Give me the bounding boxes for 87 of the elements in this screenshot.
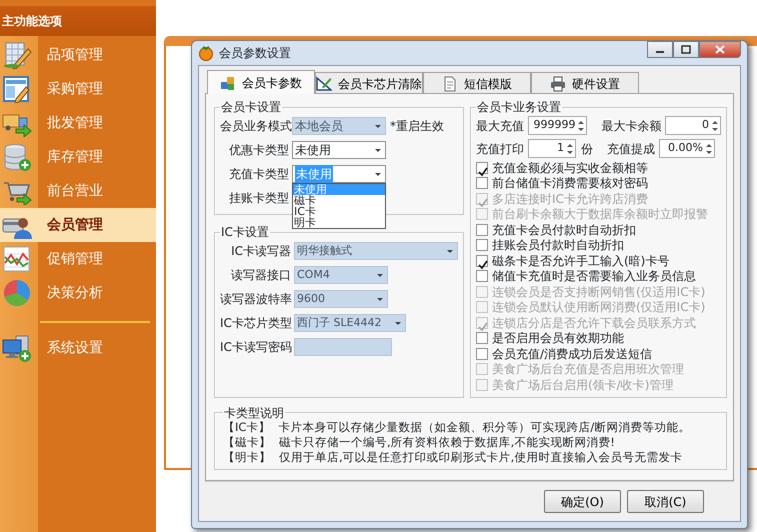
dropdown-field[interactable]: 未使用: [292, 141, 386, 159]
checkbox-label: 美食广场后台充值是否启用班次管理: [492, 361, 684, 378]
field-label: 充值提成: [607, 140, 655, 158]
group-title: 会员卡业务设置: [476, 100, 562, 114]
field-label: 读写器波特率: [220, 291, 293, 308]
field-label: IC卡读写密码: [220, 339, 293, 356]
note-text: *重启生效: [390, 118, 444, 135]
field-label: IC卡芯片类型: [220, 315, 293, 332]
spin-arrows-icon: [711, 118, 719, 132]
field-label: 最大卡余额: [601, 118, 662, 134]
field-label: 挂账卡类型: [228, 190, 290, 207]
checkbox[interactable]: [476, 162, 488, 174]
dropdown-option[interactable]: IC卡: [293, 206, 385, 217]
checkbox-label: 连锁会员是否支持断网销售(仅适用IC卡): [492, 284, 706, 301]
tab[interactable]: 硬件设置: [531, 72, 639, 94]
field-label: 充值打印: [476, 140, 524, 158]
spin-arrows-icon: [705, 142, 713, 156]
maximize-button[interactable]: [673, 41, 699, 58]
dropdown-option[interactable]: 明卡: [293, 217, 385, 228]
field-label: 读写器接口: [230, 267, 292, 284]
card-type-description: 仅用于单店,可以是任意打印或印刷形式卡片,使用时直接输入会员号无需发卡: [279, 450, 682, 464]
checkbox-label: 连锁会员默认使用断网消费(仅适用IC卡): [492, 299, 706, 316]
checkmark-icon: [477, 321, 489, 334]
checkmark-icon: [477, 166, 489, 178]
app-icon: [198, 45, 214, 61]
form-icon: [2, 75, 32, 103]
tab[interactable]: 会员卡参数: [207, 70, 315, 94]
spin-arrows-icon: [577, 118, 586, 132]
tab[interactable]: 会员卡芯片清除: [315, 72, 423, 94]
checkbox-label: 挂账会员付款时自动折扣: [492, 237, 624, 254]
spin-field[interactable]: 0.00%: [659, 139, 715, 158]
checkbox-label: 连锁店分店是否允许下载会员联系方式: [492, 314, 696, 332]
checkbox-label: 充值金额必须与实收金额相等: [492, 160, 648, 177]
checkbox-label: 是否启用会员有效期功能: [492, 330, 624, 348]
spin-field[interactable]: 1: [528, 139, 576, 158]
spin-field[interactable]: 999999: [528, 116, 588, 135]
checkbox-label: 美食广场后台启用(领卡/收卡)管理: [492, 376, 674, 394]
checkmark-icon: [477, 259, 489, 272]
dialog-title: 会员参数设置: [219, 45, 291, 62]
field-label: 会员业务模式: [220, 118, 292, 135]
group-title: 会员卡设置: [220, 100, 282, 114]
database-icon: [2, 143, 32, 171]
checkbox-label: 储值卡充值时是否需要输入业务员信息: [492, 268, 696, 286]
checkbox-label: 充值卡会员付款时自动折扣: [492, 222, 636, 239]
dialog-button[interactable]: 确定(O): [544, 490, 621, 513]
pie-chart-icon: [2, 279, 32, 307]
minimize-button[interactable]: [647, 41, 673, 58]
card-type-tag: 【IC卡】: [223, 420, 270, 434]
checkbox[interactable]: [476, 254, 488, 267]
card-type-tag: 【明卡】: [223, 450, 271, 464]
sidebar-item[interactable]: 会员管理: [0, 208, 156, 242]
checkbox[interactable]: [476, 348, 488, 360]
group-title: IC卡设置: [220, 225, 270, 239]
checkbox[interactable]: [476, 332, 488, 344]
close-button[interactable]: [699, 41, 741, 58]
checkbox[interactable]: [476, 224, 488, 236]
field-label: 充值卡类型: [228, 166, 290, 183]
grid-pencil-icon: [2, 41, 32, 69]
checkbox-label: 磁条卡是否允许手工输入(暗)卡号: [492, 252, 670, 270]
checkmark-icon: [477, 197, 489, 210]
field-label: IC卡读写器: [230, 243, 292, 260]
line-chart-icon: [2, 245, 32, 273]
group-title: 卡类型说明: [223, 406, 285, 420]
field-label: 最大充值: [476, 118, 524, 134]
checkbox-label: 前台刷卡余额大于数据库余额时立即报警: [492, 206, 708, 224]
computer-icon: [2, 334, 32, 362]
dialog-button[interactable]: 取消(C): [627, 490, 704, 513]
checkbox[interactable]: [476, 270, 488, 282]
tab[interactable]: 短信模版: [423, 72, 531, 94]
spin-arrows-icon: [566, 142, 574, 156]
ruler-pencil-icon: [316, 76, 332, 92]
cubes-icon: [220, 74, 236, 90]
checkbox-label: 前台储值卡消费需要核对密码: [492, 175, 648, 192]
checkbox[interactable]: [476, 239, 488, 252]
sidebar-title: 主功能选项: [0, 6, 156, 36]
checkbox-label: 多店连接时IC卡允许跨店消费: [492, 190, 648, 208]
card-type-tag: 【磁卡】: [223, 434, 271, 450]
unit-label: 份: [581, 140, 593, 158]
card-type-description: 磁卡只存储一个编号,所有资料依赖于数据库,不能实现断网消费!: [279, 434, 615, 450]
close-icon: [715, 45, 725, 54]
card-type-description: 卡片本身可以存储少量数据（如金额、积分等）可实现跨店/断网消费等功能。: [278, 420, 690, 434]
checkbox-label: 会员充值/消费成功后发送短信: [492, 346, 652, 362]
maximize-icon: [681, 45, 691, 54]
spin-field[interactable]: 0: [665, 116, 721, 135]
checkbox[interactable]: [476, 177, 488, 190]
dropdown-option[interactable]: 磁卡: [293, 195, 385, 206]
field-label: 优惠卡类型: [228, 142, 290, 159]
